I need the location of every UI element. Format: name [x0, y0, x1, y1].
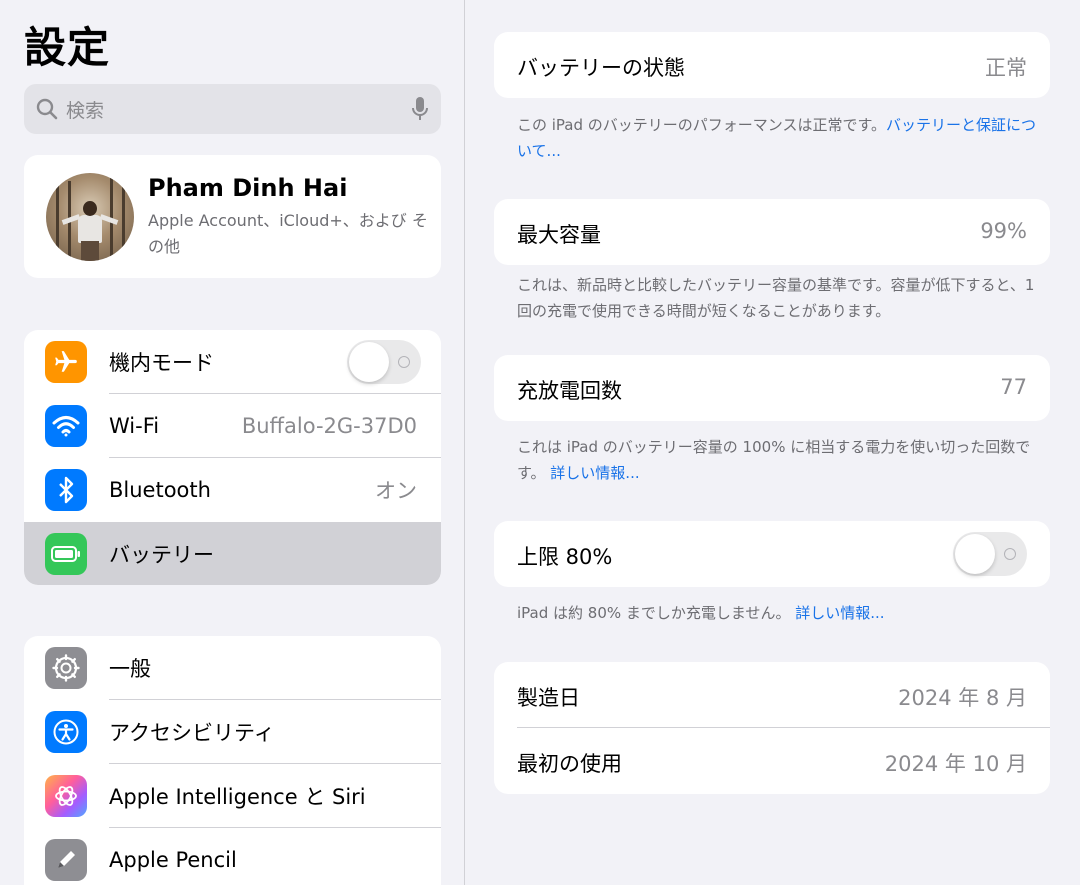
- max-capacity-row: 最大容量 99%: [494, 199, 1050, 265]
- max-capacity-card: 最大容量 99%: [494, 199, 1050, 265]
- battery-detail-pane: バッテリーの状態 正常 この iPad のバッテリーのパフォーマンスは正常です。…: [466, 0, 1080, 885]
- max-capacity-note: これは、新品時と比較したバッテリー容量の基準です。容量が低下すると、1 回の充電…: [517, 276, 1035, 320]
- first-use-label: 最初の使用: [517, 752, 622, 776]
- charge-limit-toggle[interactable]: [953, 532, 1027, 576]
- bluetooth-icon: [45, 469, 87, 511]
- sidebar-item-label: 一般: [109, 657, 151, 681]
- airplane-mode-toggle[interactable]: [347, 340, 421, 384]
- sidebar-item-bluetooth[interactable]: Bluetooth オン: [24, 458, 441, 522]
- battery-health-note-text: この iPad のバッテリーのパフォーマンスは正常です。: [517, 116, 886, 134]
- cycle-count-more-info-link[interactable]: 詳しい情報...: [550, 464, 639, 482]
- charge-limit-row: 上限 80%: [494, 521, 1050, 587]
- sidebar-item-label: Bluetooth: [109, 478, 211, 502]
- battery-icon: [45, 533, 87, 575]
- cycle-count-note: これは iPad のバッテリー容量の 100% に相当する電力を使い切った回数で…: [517, 434, 1037, 486]
- gear-icon: [45, 647, 87, 689]
- search-input[interactable]: 検索: [24, 84, 441, 134]
- sidebar-item-accessibility[interactable]: アクセシビリティ: [24, 700, 441, 764]
- bluetooth-status-value: オン: [375, 479, 417, 503]
- battery-health-note: この iPad のバッテリーのパフォーマンスは正常です。バッテリーと保証について…: [517, 112, 1037, 164]
- sidebar-item-label: 機内モード: [109, 351, 214, 375]
- sidebar-item-airplane-mode[interactable]: 機内モード: [24, 330, 441, 394]
- profile-subtitle: Apple Account、iCloud+、および その他: [148, 210, 428, 256]
- manufacture-date-value: 2024 年 8 月: [898, 686, 1027, 710]
- battery-health-value: 正常: [985, 56, 1027, 80]
- max-capacity-value: 99%: [980, 219, 1027, 243]
- charge-limit-more-info-link[interactable]: 詳しい情報...: [795, 604, 884, 622]
- charge-limit-note: iPad は約 80% までしか充電しません。 詳しい情報...: [517, 600, 1037, 626]
- charge-limit-label: 上限 80%: [517, 545, 613, 569]
- cycle-count-value: 77: [1000, 375, 1027, 399]
- microphone-icon[interactable]: [411, 96, 429, 122]
- manufacture-date-label: 製造日: [517, 686, 580, 710]
- connectivity-group: 機内モード Wi-Fi Buffalo-2G-37D0 Bluetooth オン…: [24, 330, 441, 585]
- cycle-count-label: 充放電回数: [517, 379, 622, 403]
- wifi-network-value: Buffalo-2G-37D0: [241, 414, 417, 438]
- avatar: [46, 172, 134, 261]
- max-capacity-label: 最大容量: [517, 223, 601, 247]
- sidebar-item-general[interactable]: 一般: [24, 636, 441, 700]
- cycle-count-row: 充放電回数 77: [494, 355, 1050, 421]
- siri-icon: [45, 775, 87, 817]
- sidebar-item-label: Wi-Fi: [109, 414, 160, 438]
- manufacture-date-row: 製造日 2024 年 8 月: [494, 662, 1050, 728]
- first-use-value: 2024 年 10 月: [884, 752, 1027, 776]
- sidebar: 設定 検索 Pham Dinh Hai Apple Account、iCloud…: [0, 0, 465, 885]
- search-placeholder: 検索: [66, 99, 105, 122]
- airplane-icon: [45, 341, 87, 383]
- charge-limit-note-text: iPad は約 80% までしか充電しません。: [517, 604, 791, 622]
- profile-name: Pham Dinh Hai: [148, 173, 348, 202]
- first-use-row: 最初の使用 2024 年 10 月: [494, 728, 1050, 794]
- search-icon: [36, 98, 58, 120]
- sidebar-item-label: Apple Pencil: [109, 848, 237, 872]
- battery-health-row[interactable]: バッテリーの状態 正常: [494, 32, 1050, 98]
- dates-card: 製造日 2024 年 8 月 最初の使用 2024 年 10 月: [494, 662, 1050, 794]
- accessibility-icon: [45, 711, 87, 753]
- charge-limit-card: 上限 80%: [494, 521, 1050, 587]
- profile-card[interactable]: Pham Dinh Hai Apple Account、iCloud+、および …: [24, 155, 441, 278]
- sidebar-item-label: アクセシビリティ: [109, 721, 275, 745]
- sidebar-item-battery[interactable]: バッテリー: [24, 522, 441, 585]
- sidebar-item-label: Apple Intelligence と Siri: [109, 785, 366, 809]
- sidebar-item-apple-intelligence-siri[interactable]: Apple Intelligence と Siri: [24, 764, 441, 828]
- page-title: 設定: [24, 23, 111, 72]
- sidebar-item-apple-pencil[interactable]: Apple Pencil: [24, 828, 441, 885]
- sidebar-item-label: バッテリー: [109, 543, 214, 567]
- battery-health-label: バッテリーの状態: [517, 56, 685, 80]
- battery-health-card: バッテリーの状態 正常: [494, 32, 1050, 98]
- general-group: 一般 アクセシビリティ Apple Intelligence と Siri Ap…: [24, 636, 441, 885]
- pencil-icon: [45, 839, 87, 881]
- wifi-icon: [45, 405, 87, 447]
- cycle-count-card: 充放電回数 77: [494, 355, 1050, 421]
- sidebar-item-wifi[interactable]: Wi-Fi Buffalo-2G-37D0: [24, 394, 441, 458]
